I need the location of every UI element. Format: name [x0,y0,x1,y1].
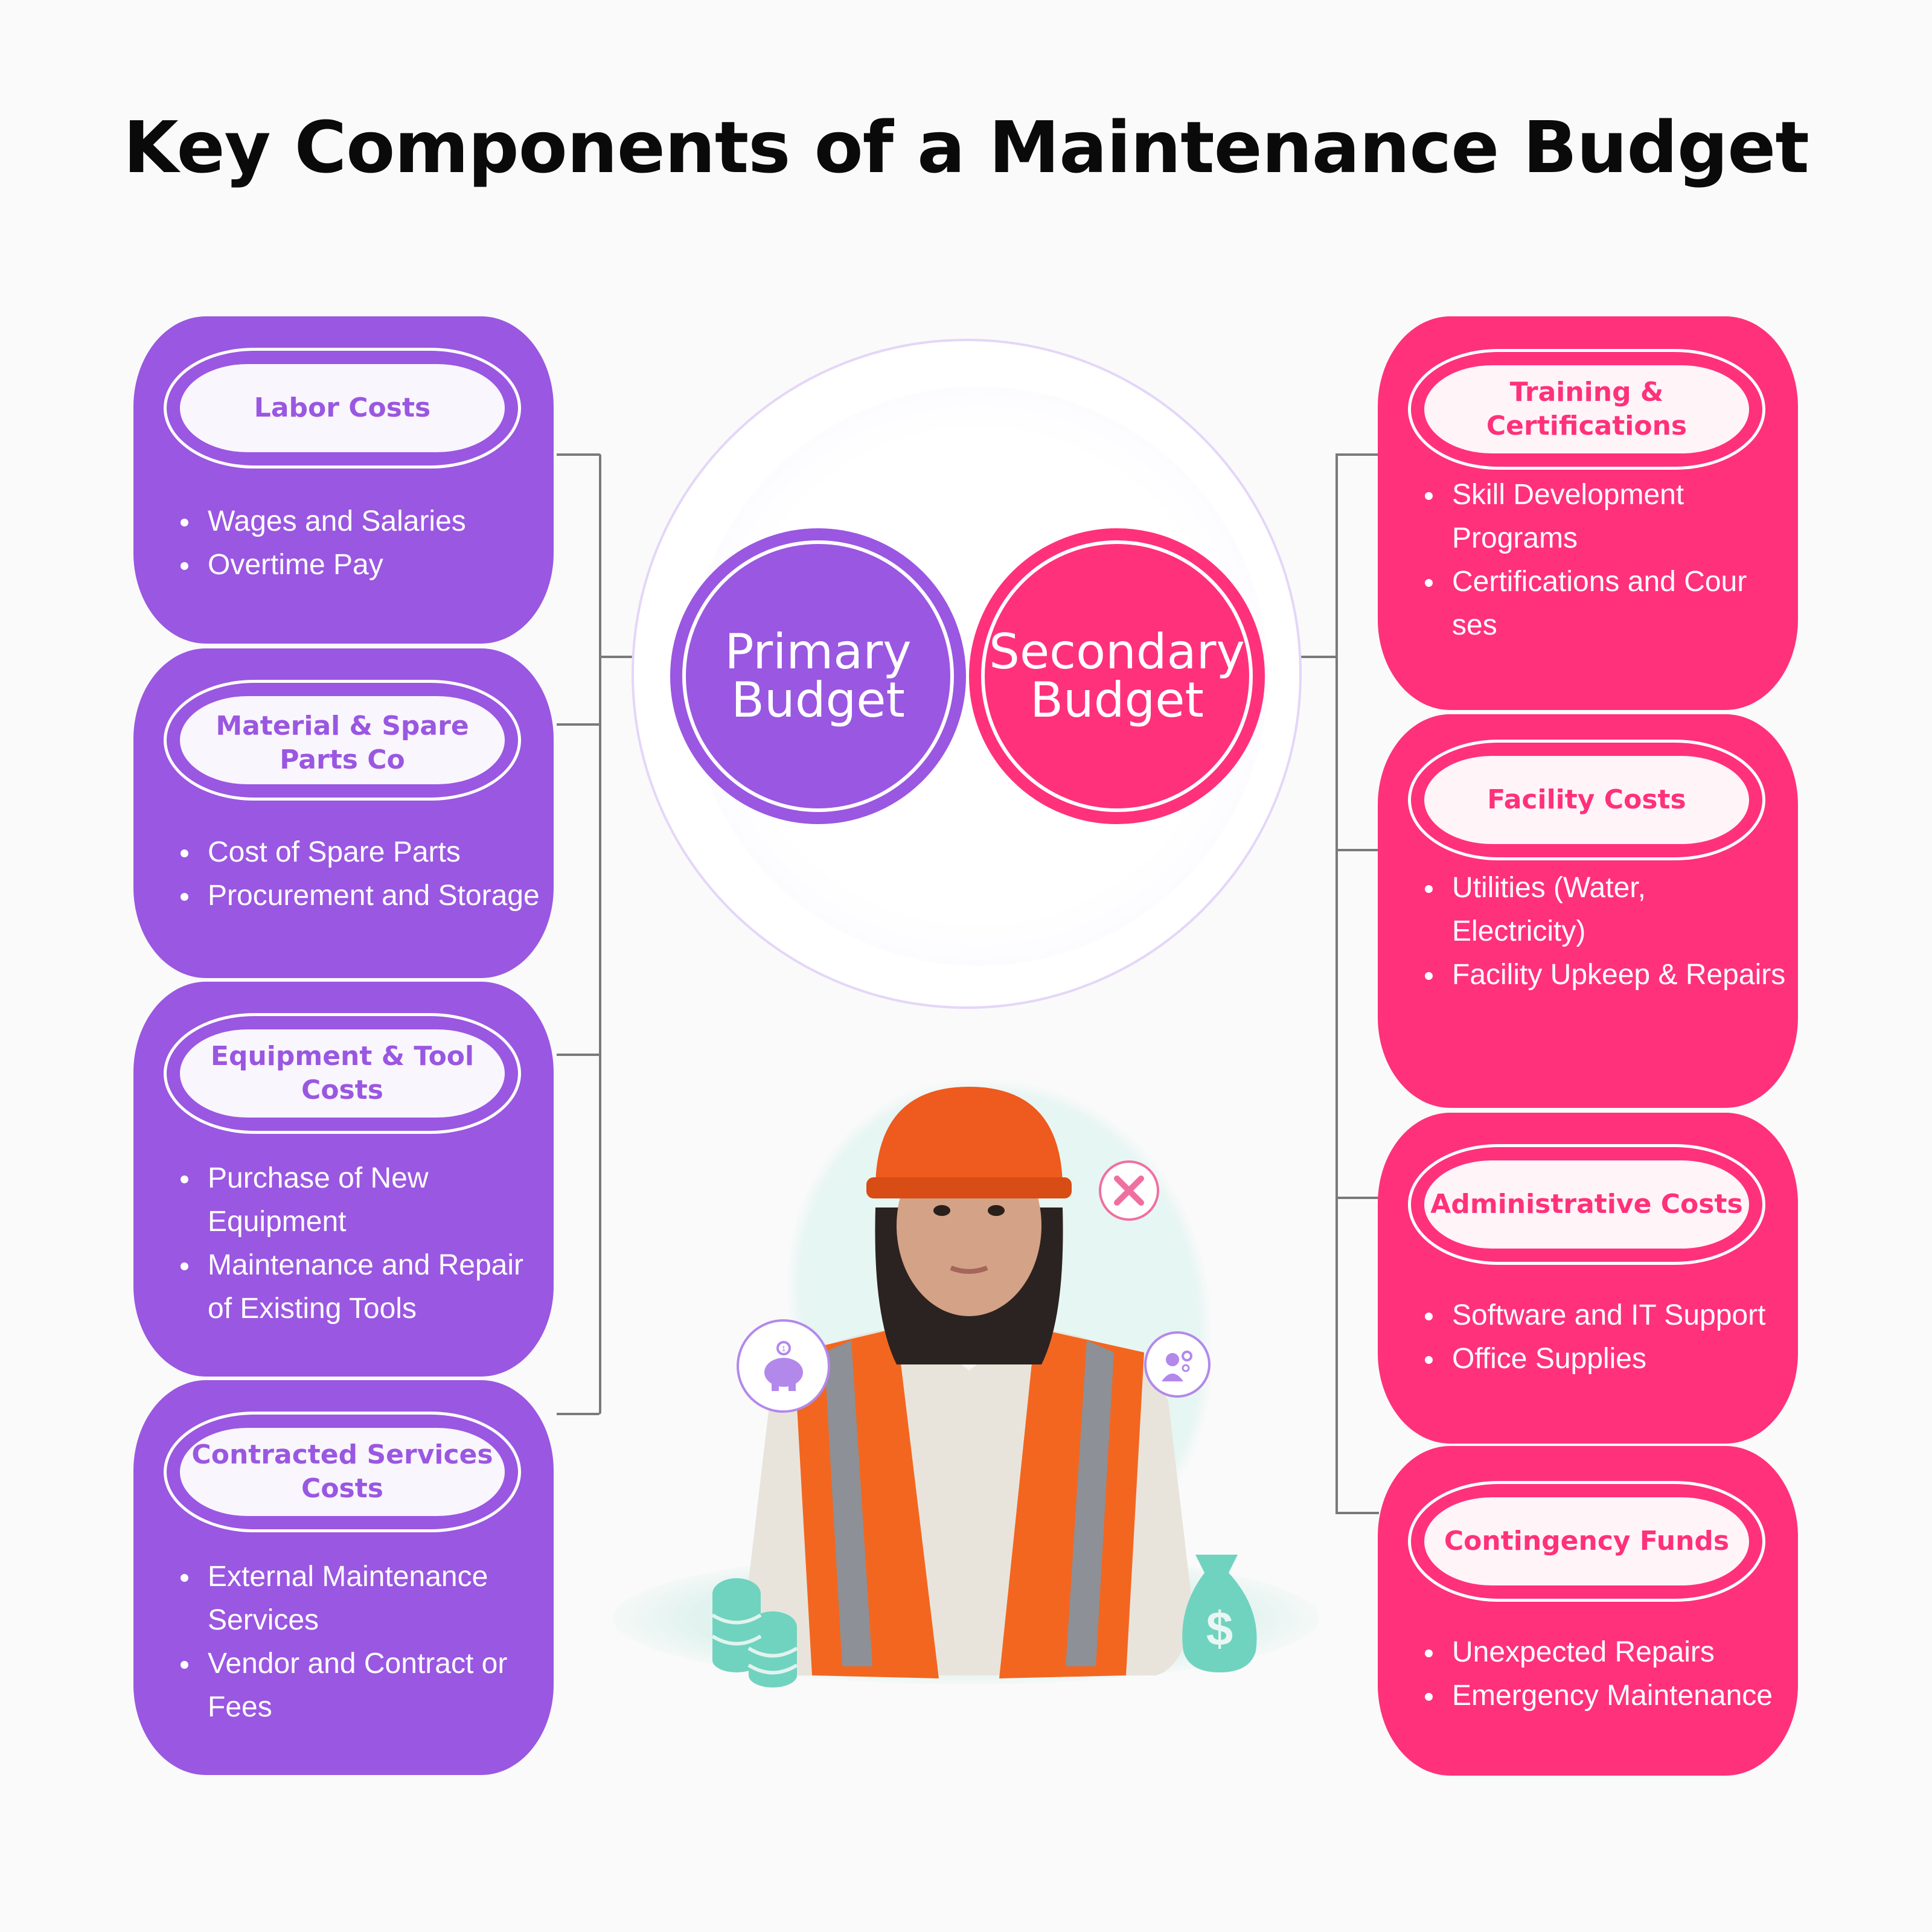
component-card-training-certifications[interactable]: Training & Certifications Skill Developm… [1378,316,1798,710]
secondary-budget-label-2: Budget [1030,672,1204,728]
list-item: Cost of Spare Parts [181,831,542,874]
component-card-contracted-services[interactable]: Contracted Services Costs External Maint… [133,1380,554,1775]
component-card-material-spare-parts[interactable]: Material & Spare Parts Co Cost of Spare … [133,648,554,978]
card-heading: Equipment & Tool Costs [180,1029,505,1118]
list-item: Overtime Pay [181,543,542,587]
coin-stack-icon [711,1578,798,1687]
worker-illustration: 1 $ [613,1087,1319,1739]
component-card-facility-costs[interactable]: Facility Costs Utilities (Water, Electri… [1378,714,1798,1108]
list-item: Maintenance and Repair of Existing Tools [181,1244,542,1331]
component-card-contingency-funds[interactable]: Contingency Funds Unexpected Repairs Eme… [1378,1446,1798,1776]
list-item: Skill Development Programs [1425,473,1786,560]
primary-budget-node[interactable]: Primary Budget [670,528,966,824]
engineer-gears-icon [1144,1331,1211,1398]
coin-label: 1 [781,1345,785,1353]
component-card-labor-costs[interactable]: Labor Costs Wages and Salaries Overtime … [133,316,554,644]
secondary-budget-node[interactable]: Secondary Budget [969,528,1265,824]
money-bag-icon: $ [1182,1555,1257,1672]
list-item: Software and IT Support [1425,1294,1786,1337]
card-heading: Facility Costs [1424,756,1749,844]
component-card-administrative-costs[interactable]: Administrative Costs Software and IT Sup… [1378,1113,1798,1444]
primary-budget-label-2: Budget [731,672,905,728]
list-item: Vendor and Contract or Fees [181,1642,542,1729]
card-heading: Contracted Services Costs [180,1428,505,1516]
card-heading: Training & Certifications [1424,365,1749,453]
page-title: Key Components of a Maintenance Budget [123,106,1809,189]
card-heading: Contingency Funds [1424,1497,1749,1585]
list-item: Purchase of New Equipment [181,1157,542,1244]
list-item: Office Supplies [1425,1337,1786,1381]
card-heading: Material & Spare Parts Co [180,696,505,784]
component-card-equipment-tool-costs[interactable]: Equipment & Tool Costs Purchase of New E… [133,982,554,1377]
tools-icon [1099,1160,1159,1221]
dollar-sign: $ [1206,1602,1233,1655]
list-item: Utilities (Water, Electricity) [1425,866,1786,953]
card-heading: Administrative Costs [1424,1160,1749,1249]
piggy-bank-icon: 1 [737,1319,830,1413]
card-heading: Labor Costs [180,364,505,452]
list-item: Procurement and Storage [181,874,542,918]
list-item: External Maintenance Services [181,1555,542,1642]
list-item: Emergency Maintenance [1425,1674,1786,1718]
list-item: Unexpected Repairs [1425,1631,1786,1674]
list-item: Certifications and Cour ses [1425,560,1786,647]
list-item: Wages and Salaries [181,500,542,543]
list-item: Facility Upkeep & Repairs [1425,953,1786,997]
